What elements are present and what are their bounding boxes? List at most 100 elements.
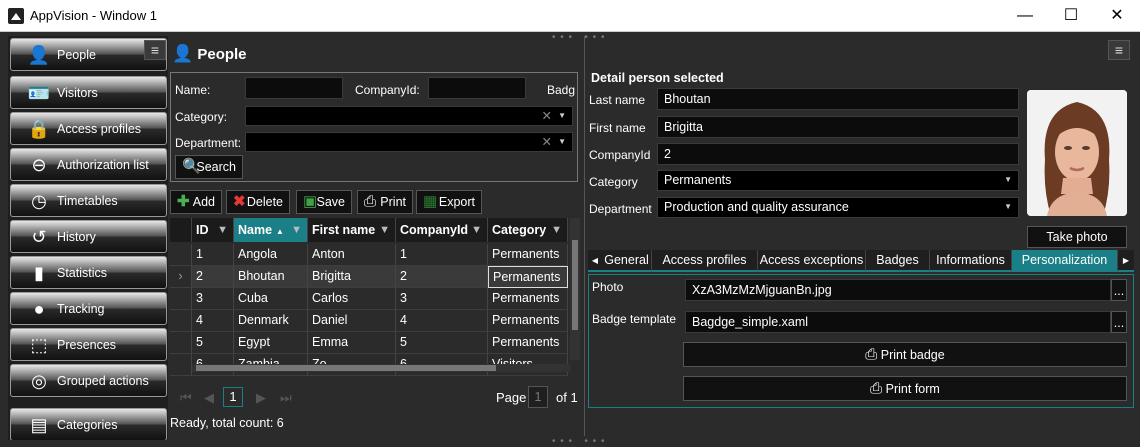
table-cell[interactable]: Cuba (234, 288, 308, 310)
print-badge-button[interactable]: ⎙ Print badge (683, 342, 1127, 367)
save-button[interactable]: ▣ Save (296, 190, 352, 214)
clear-icon[interactable]: ✕ (542, 107, 552, 125)
table-cell[interactable]: 5 (192, 332, 234, 354)
chevron-down-icon[interactable]: ▼ (558, 133, 566, 151)
sidebar-item-timetables[interactable]: ◷ Timetables (10, 184, 167, 217)
department-filter-select[interactable]: ✕ ▼ (245, 132, 573, 152)
sidebar-item-tracking[interactable]: ● Tracking (10, 292, 167, 325)
table-cell[interactable]: Permanents (488, 244, 568, 266)
first-name-input[interactable]: Brigitta (657, 116, 1019, 138)
tab-informations[interactable]: Informations (930, 250, 1012, 271)
row-selector[interactable] (170, 244, 192, 266)
table-cell[interactable]: Brigitta (308, 266, 396, 288)
filter-icon[interactable]: ▼ (291, 218, 302, 242)
export-button[interactable]: ▦ Export (416, 190, 482, 214)
category-filter-select[interactable]: ✕ ▼ (245, 106, 573, 126)
column-header-id[interactable]: ID ▼ (192, 218, 234, 242)
tab-personalization[interactable]: Personalization (1012, 250, 1118, 271)
category-select[interactable]: Permanents ▼ (657, 170, 1019, 191)
row-selector[interactable] (170, 354, 192, 376)
sidebar-item-presences[interactable]: ⬚ Presences (10, 328, 167, 361)
table-cell[interactable]: Anton (308, 244, 396, 266)
table-cell[interactable]: 2 (396, 266, 488, 288)
sidebar-item-access-profiles[interactable]: 🔒 Access profiles (10, 112, 167, 145)
table-cell[interactable]: 4 (396, 310, 488, 332)
company-id-input[interactable]: 2 (657, 143, 1019, 165)
chevron-down-icon[interactable]: ▼ (1004, 198, 1012, 216)
filter-icon[interactable]: ▼ (217, 218, 228, 242)
department-select[interactable]: Production and quality assurance ▼ (657, 197, 1019, 218)
table-cell[interactable]: 1 (396, 244, 488, 266)
tab-access-exceptions[interactable]: Access exceptions (758, 250, 866, 271)
sidebar-item-visitors[interactable]: 🪪 Visitors (10, 76, 167, 109)
scrollbar-thumb[interactable] (572, 240, 578, 330)
table-cell[interactable]: Daniel (308, 310, 396, 332)
column-header-category[interactable]: Category ▼ (488, 218, 568, 242)
first-page-icon[interactable]: ⏮ (180, 390, 192, 406)
horizontal-scrollbar[interactable] (192, 364, 570, 372)
table-cell[interactable]: Egypt (234, 332, 308, 354)
sidebar-item-grouped-actions[interactable]: ◎ Grouped actions (10, 364, 167, 397)
next-page-icon[interactable]: ▶ (256, 390, 266, 406)
page-number-button[interactable]: 1 (223, 387, 243, 407)
table-cell[interactable]: Denmark (234, 310, 308, 332)
tab-badges[interactable]: Badges (866, 250, 930, 271)
tab-scroll-left-icon[interactable]: ◀ (588, 250, 602, 271)
close-button[interactable]: ✕ (1094, 0, 1140, 32)
scrollbar-thumb[interactable] (196, 365, 496, 371)
column-header-company-id[interactable]: CompanyId ▼ (396, 218, 488, 242)
take-photo-button[interactable]: Take photo (1027, 226, 1127, 248)
last-page-icon[interactable]: ⏭ (280, 390, 292, 406)
table-cell[interactable]: Angola (234, 244, 308, 266)
table-cell[interactable]: Carlos (308, 288, 396, 310)
sidebar-menu-icon[interactable]: ≡ (144, 40, 166, 60)
tab-general[interactable]: General (602, 250, 652, 271)
table-cell[interactable]: Permanents (488, 332, 568, 354)
chevron-down-icon[interactable]: ▼ (1004, 171, 1012, 189)
add-button[interactable]: ✚ Add (170, 190, 222, 214)
tab-access-profiles[interactable]: Access profiles (652, 250, 758, 271)
sidebar-item-statistics[interactable]: ▮ Statistics (10, 256, 167, 289)
table-cell[interactable]: 3 (192, 288, 234, 310)
vertical-scrollbar[interactable] (570, 218, 580, 360)
row-selector[interactable] (170, 332, 192, 354)
prev-page-icon[interactable]: ◀ (204, 390, 214, 406)
name-filter-input[interactable] (245, 77, 343, 99)
table-cell[interactable]: Permanents (488, 266, 568, 288)
print-form-button[interactable]: ⎙ Print form (683, 376, 1127, 401)
print-button[interactable]: ⎙ Print (357, 190, 413, 214)
filter-icon[interactable]: ▼ (471, 218, 482, 242)
row-selector[interactable] (170, 288, 192, 310)
chevron-down-icon[interactable]: ▼ (558, 107, 566, 125)
clear-icon[interactable]: ✕ (542, 133, 552, 151)
photo-browse-button[interactable]: ... (1111, 279, 1127, 301)
delete-button[interactable]: ✖ Delete (226, 190, 290, 214)
table-cell[interactable]: 4 (192, 310, 234, 332)
table-cell[interactable]: 3 (396, 288, 488, 310)
table-cell[interactable]: Permanents (488, 310, 568, 332)
tab-scroll-right-icon[interactable]: ▶ (1118, 250, 1134, 271)
search-button[interactable]: 🔍 Search (175, 155, 243, 179)
company-filter-input[interactable] (428, 77, 526, 99)
filter-icon[interactable]: ▼ (379, 218, 390, 242)
filter-icon[interactable]: ▼ (551, 218, 562, 242)
table-cell[interactable]: Permanents (488, 288, 568, 310)
minimize-button[interactable]: — (1002, 0, 1048, 32)
sidebar-item-history[interactable]: ↺ History (10, 220, 167, 253)
table-cell[interactable]: 5 (396, 332, 488, 354)
maximize-button[interactable]: ☐ (1048, 0, 1094, 32)
last-name-input[interactable]: Bhoutan (657, 88, 1019, 110)
photo-file-input[interactable]: XzA3MzMzMjguanBn.jpg (685, 279, 1111, 301)
column-header-name[interactable]: Name ▲ ▼ (234, 218, 308, 242)
sidebar-item-authorization-list[interactable]: ⊖ Authorization list (10, 148, 167, 181)
sidebar-item-categories[interactable]: ▤ Categories (10, 408, 167, 440)
badge-template-browse-button[interactable]: ... (1111, 311, 1127, 333)
splitter-grip[interactable]: • • • • • • (552, 32, 605, 43)
column-header-first-name[interactable]: First name ▼ (308, 218, 396, 242)
page-input[interactable]: 1 (528, 386, 548, 408)
table-cell[interactable]: 1 (192, 244, 234, 266)
splitter-grip-bottom[interactable]: • • • • • • (552, 436, 605, 447)
detail-menu-icon[interactable]: ≡ (1108, 40, 1130, 60)
badge-template-input[interactable]: Bagdge_simple.xaml (685, 311, 1111, 333)
table-cell[interactable]: Bhoutan (234, 266, 308, 288)
